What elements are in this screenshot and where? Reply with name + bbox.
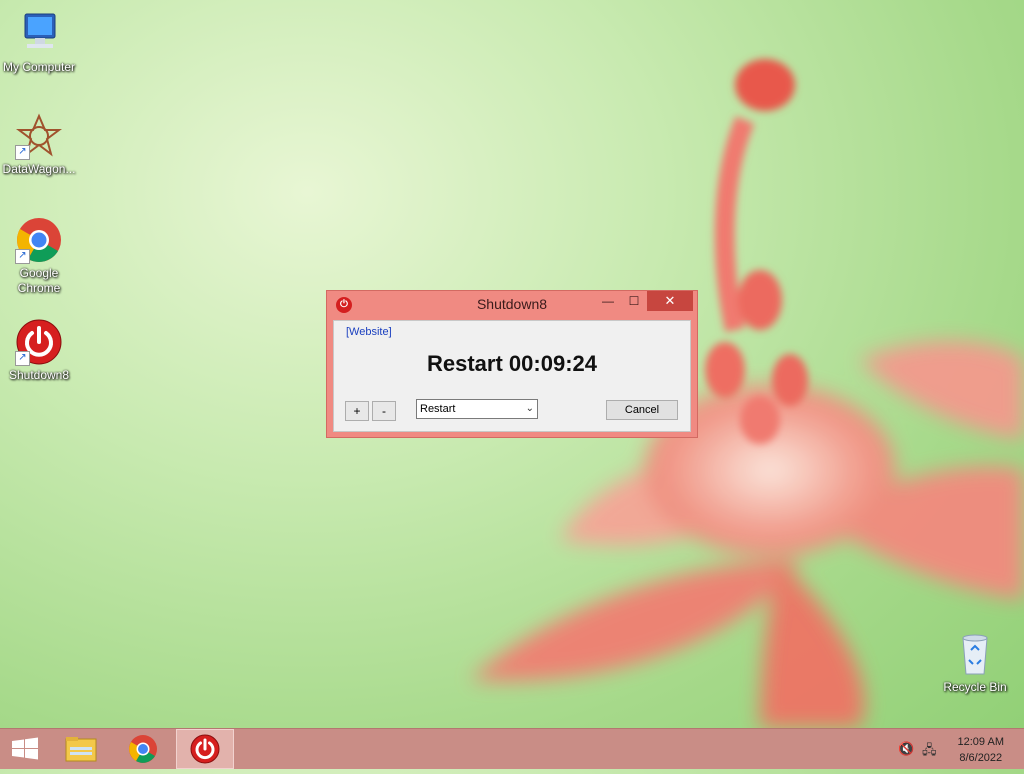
close-button[interactable]: ✕	[647, 291, 693, 311]
chevron-down-icon: ⌄	[525, 403, 534, 414]
power-icon	[190, 734, 220, 764]
shortcut-arrow-icon: ↗	[15, 249, 30, 264]
desktop-icon-label: Shutdown8	[8, 368, 70, 382]
windows-start-icon	[12, 737, 38, 760]
file-explorer-icon	[65, 737, 97, 762]
chrome-icon: ↗	[15, 216, 63, 264]
shortcut-arrow-icon: ↗	[15, 145, 30, 160]
taskbar-chrome[interactable]	[115, 729, 171, 769]
taskbar: 🔇 🖧 12:09 AM 8/6/2022	[0, 728, 1024, 769]
power-icon: ↗	[15, 318, 63, 366]
desktop-icon-shutdown8[interactable]: ↗ Shutdown8	[0, 318, 81, 383]
shutdown8-window: ⏻ Shutdown8 — ☐ ✕ [Website] Restart 00:0…	[326, 290, 698, 438]
desktop-icon-label: DataWagon...	[2, 162, 76, 176]
maximize-button[interactable]: ☐	[621, 291, 647, 311]
datawagon-icon: ↗	[15, 112, 63, 160]
desktop-icon-google-chrome[interactable]: ↗ Google Chrome	[0, 216, 81, 296]
network-icon[interactable]: 🖧	[922, 741, 937, 763]
desktop-icon-my-computer[interactable]: My Computer	[0, 10, 81, 75]
taskbar-shutdown8[interactable]	[176, 729, 234, 769]
desktop-icon-recycle-bin[interactable]: Recycle Bin	[933, 630, 1017, 695]
desktop-icon-label: Google Chrome	[17, 266, 61, 295]
action-dropdown-value: Restart	[420, 403, 456, 415]
system-clock[interactable]: 12:09 AM 8/6/2022	[958, 734, 1004, 766]
desktop-icon-datawagon[interactable]: ↗ DataWagon...	[0, 112, 81, 177]
shortcut-arrow-icon: ↗	[15, 351, 30, 366]
subtract-time-button[interactable]: -	[372, 401, 396, 421]
cancel-button[interactable]: Cancel	[606, 400, 678, 420]
minimize-button[interactable]: —	[595, 291, 621, 311]
clock-time: 12:09 AM	[957, 736, 1004, 748]
window-client-area: [Website] Restart 00:09:24 + - Restart ⌄…	[333, 320, 691, 432]
taskbar-file-explorer[interactable]	[52, 729, 108, 769]
add-time-button[interactable]: +	[345, 401, 369, 421]
recycle-bin-icon	[951, 630, 999, 678]
title-bar[interactable]: ⏻ Shutdown8 — ☐ ✕	[327, 291, 697, 319]
action-dropdown[interactable]: Restart ⌄	[416, 399, 538, 419]
desktop-icon-label: My Computer	[2, 60, 76, 74]
countdown-timer: Restart 00:09:24	[427, 351, 597, 376]
clock-date: 8/6/2022	[959, 752, 1003, 764]
website-link[interactable]: [Website]	[346, 326, 392, 338]
chrome-icon	[129, 735, 157, 763]
computer-icon	[15, 10, 63, 58]
desktop-icon-label: Recycle Bin	[943, 680, 1007, 694]
volume-muted-icon[interactable]: 🔇	[898, 741, 914, 757]
start-button[interactable]	[0, 729, 56, 769]
